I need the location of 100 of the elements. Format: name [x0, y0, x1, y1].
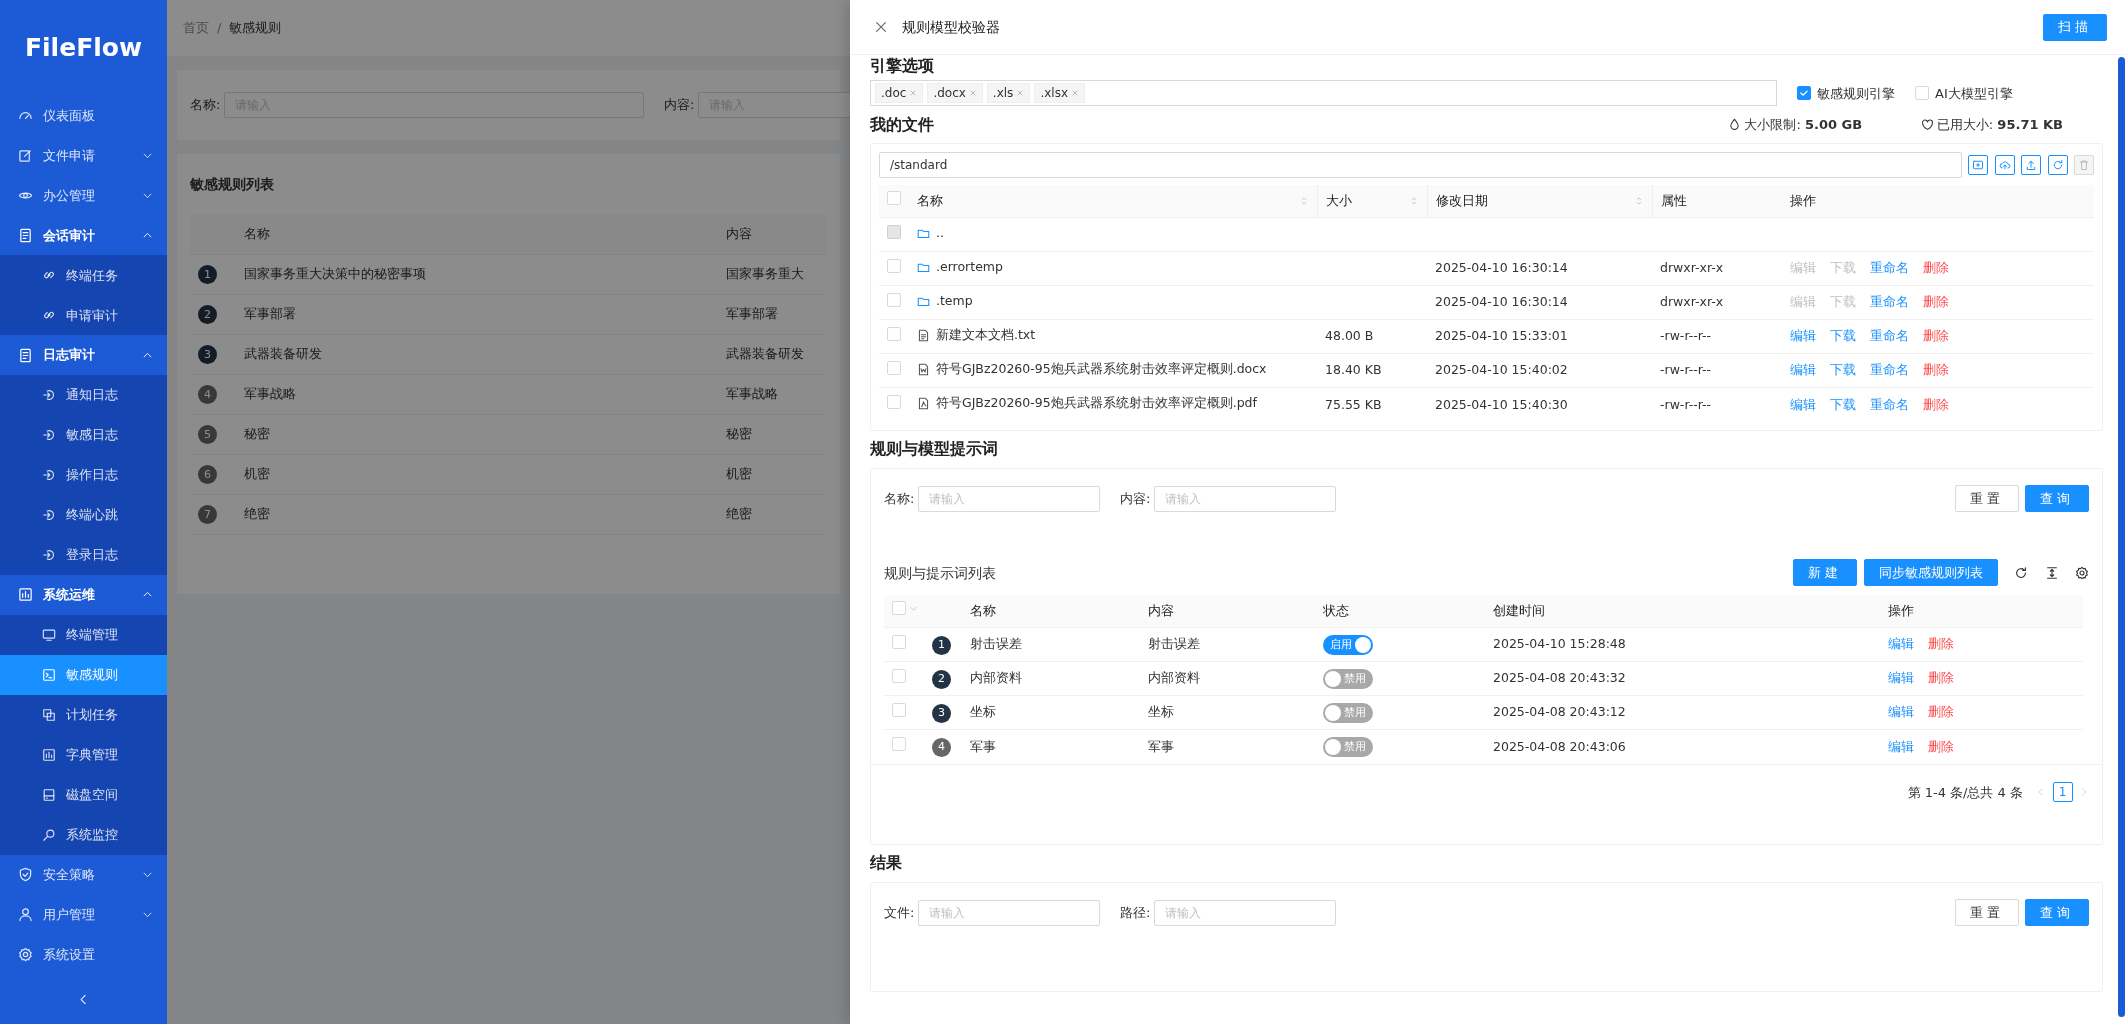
action-link[interactable]: 重命名 [1870, 362, 1909, 378]
list-title: 规则与提示词列表 [884, 563, 996, 583]
sidebar-item[interactable]: 敏感日志 [0, 415, 167, 456]
table-cell: 2025-04-10 15:40:30 [1427, 387, 1652, 422]
select-all-checkbox[interactable] [887, 191, 901, 206]
file-name-text[interactable]: .temp [936, 291, 973, 311]
sidebar-item[interactable]: 办公管理 [0, 175, 167, 216]
action-link[interactable]: 编辑 [1790, 362, 1816, 378]
file-name-text[interactable]: 新建文本文档.txt [936, 325, 1036, 345]
action-link[interactable]: 编辑 [1888, 636, 1914, 652]
action-link[interactable]: 删除 [1928, 738, 1954, 754]
action-link[interactable]: 删除 [1923, 362, 1949, 378]
refresh-icon[interactable] [2014, 565, 2028, 580]
sidebar-item[interactable]: 终端任务 [0, 255, 167, 296]
sidebar-item[interactable]: 操作日志 [0, 455, 167, 496]
document-icon [917, 328, 930, 342]
table-cell: 2025-04-08 20:43:12 [1485, 695, 1880, 730]
sidebar-item[interactable]: 安全策略 [0, 854, 167, 895]
scan-button[interactable]: 扫描 [2043, 13, 2107, 41]
input-field[interactable]: 请输入 [918, 485, 1101, 512]
action-link[interactable]: 删除 [1928, 670, 1954, 686]
sidebar-item[interactable]: 用户管理 [0, 894, 167, 935]
table-cell: 坐标 [1140, 695, 1315, 730]
select-all-checkbox[interactable] [892, 601, 906, 616]
table-cell: 武器装备研发 [718, 334, 827, 374]
action-link[interactable]: 编辑 [1888, 704, 1914, 720]
action-link[interactable]: 重命名 [1870, 328, 1909, 344]
checkbox-label: 敏感规则引擎 [1817, 84, 1895, 103]
refresh-button[interactable] [2047, 155, 2068, 176]
action-link[interactable]: 编辑 [1888, 738, 1914, 754]
chevron-right-icon[interactable] [2079, 787, 2089, 798]
cloud-upload-button[interactable] [1994, 155, 2015, 176]
table-cell: 射击误差 [962, 627, 1140, 662]
query-button[interactable]: 查询 [2025, 899, 2089, 927]
folder-plus-button[interactable] [1968, 155, 1988, 176]
file-name-text[interactable]: .. [936, 223, 944, 243]
action-link[interactable]: 重命名 [1870, 294, 1909, 310]
new-button[interactable]: 新建 [1793, 559, 1857, 587]
action-link[interactable]: 重命名 [1870, 260, 1909, 276]
sidebar-item[interactable]: 通知日志 [0, 375, 167, 416]
sidebar-item[interactable]: 会话审计 [0, 215, 167, 256]
input-field[interactable]: 请输入 [1154, 485, 1337, 512]
path-field[interactable]: /standard [879, 152, 1962, 179]
scrollbar-thumb[interactable] [2118, 57, 2125, 1017]
reset-button[interactable]: 重置 [1954, 485, 2019, 513]
action-link[interactable]: 下载 [1830, 328, 1856, 344]
action-link[interactable]: 重命名 [1870, 396, 1909, 412]
sidebar-item[interactable]: 计划任务 [0, 694, 167, 735]
sidebar-item[interactable]: 系统设置 [0, 934, 167, 975]
column-header[interactable]: 修改日期 [1435, 191, 1488, 211]
action-link[interactable]: 下载 [1830, 396, 1856, 412]
input-field[interactable]: 请输入 [1154, 899, 1337, 926]
upload-button[interactable] [2021, 155, 2041, 176]
status-toggle[interactable]: 禁用 [1323, 702, 1373, 723]
sidebar-item[interactable]: 申请审计 [0, 295, 167, 336]
sidebar-item[interactable]: 字典管理 [0, 734, 167, 775]
table-cell: 75.55 KB [1317, 387, 1427, 422]
sync-button[interactable]: 同步敏感规则列表 [1863, 559, 1998, 587]
settings-icon[interactable] [2075, 565, 2089, 580]
column-header[interactable]: 名称 [917, 191, 943, 211]
sidebar-item[interactable]: 仪表面板 [0, 96, 167, 136]
column-header: 名称 [962, 594, 1140, 628]
status-toggle[interactable]: 启用 [1323, 634, 1373, 655]
action-link[interactable]: 删除 [1923, 260, 1949, 276]
action-link[interactable]: 下载 [1830, 362, 1856, 378]
status-toggle[interactable]: 禁用 [1323, 737, 1373, 758]
file-name-text[interactable]: 符号GJBz20260-95炮兵武器系统射击效率评定概则.docx [936, 359, 1267, 379]
table-cell: -rw-r--r-- [1652, 387, 1782, 422]
query-button[interactable]: 查询 [2025, 485, 2089, 513]
column-header[interactable]: 大小 [1325, 191, 1352, 211]
breadcrumb-separator: / [217, 19, 222, 38]
sidebar-item[interactable]: 系统监控 [0, 814, 167, 855]
breadcrumb-item[interactable]: 首页 [183, 18, 209, 38]
action-link[interactable]: 删除 [1923, 328, 1949, 344]
file-name-text[interactable]: .errortemp [936, 257, 1003, 277]
sidebar-item[interactable]: 磁盘空间 [0, 774, 167, 815]
trash-icon [2078, 159, 2090, 172]
action-link[interactable]: 编辑 [1790, 328, 1816, 344]
close-icon[interactable] [874, 20, 888, 34]
sidebar-item[interactable]: 终端心跳 [0, 495, 167, 536]
action-link[interactable]: 删除 [1923, 294, 1949, 310]
input-field[interactable]: 请输入 [918, 899, 1101, 926]
sidebar-item[interactable]: 敏感规则 [0, 654, 167, 695]
sidebar-item[interactable]: 登录日志 [0, 535, 167, 576]
action-link[interactable]: 删除 [1923, 396, 1949, 412]
action-link[interactable]: 删除 [1928, 636, 1954, 652]
sidebar-item[interactable]: 终端管理 [0, 614, 167, 655]
reset-button[interactable]: 重置 [1954, 899, 2019, 927]
file-name-text[interactable]: 符号GJBz20260-95炮兵武器系统射击效率评定概则.pdf [936, 394, 1257, 413]
checkbox[interactable] [1796, 86, 1811, 101]
action-link[interactable]: 删除 [1928, 704, 1954, 720]
sidebar-item[interactable]: 文件申请 [0, 135, 167, 176]
sidebar-item[interactable]: 系统运维 [0, 575, 167, 615]
column-height-icon[interactable] [2044, 565, 2059, 580]
action-link[interactable]: 编辑 [1790, 396, 1816, 412]
status-toggle[interactable]: 禁用 [1323, 668, 1373, 689]
page-button[interactable]: 1 [2052, 782, 2073, 803]
row-number: 3 [932, 703, 951, 723]
action-link[interactable]: 编辑 [1888, 670, 1914, 686]
sidebar-item[interactable]: 日志审计 [0, 335, 167, 376]
